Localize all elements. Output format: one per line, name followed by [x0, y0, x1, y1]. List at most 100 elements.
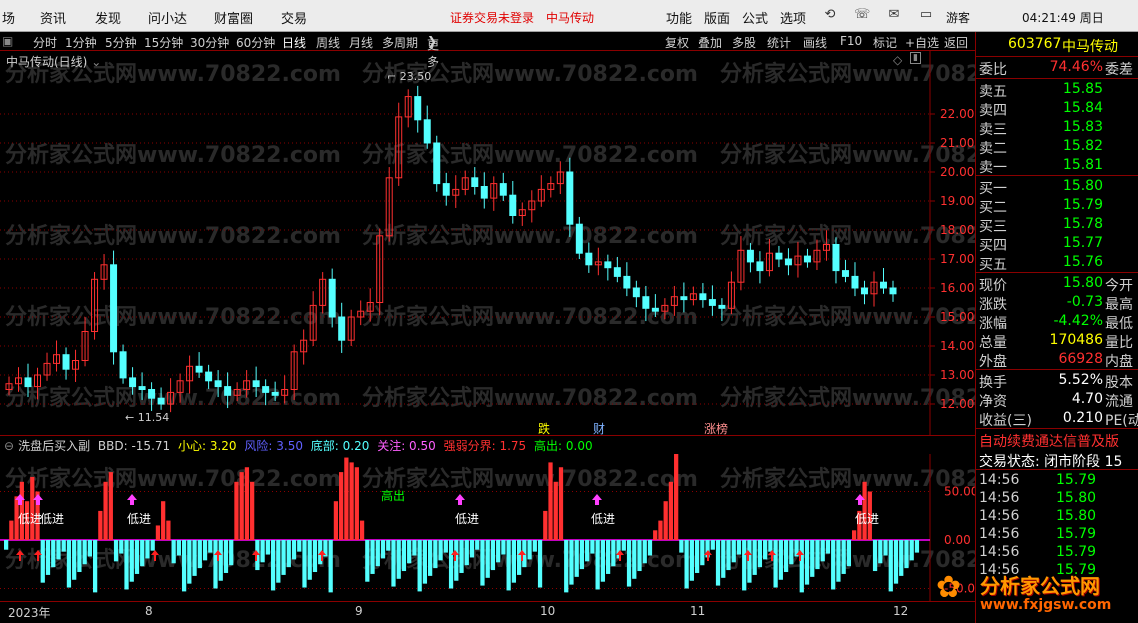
indicator-bar-down: [480, 540, 485, 586]
ask-row[interactable]: 卖二 15.82: [976, 137, 1138, 157]
indicator-bar-down: [899, 540, 904, 576]
tool-f10[interactable]: F10: [840, 34, 862, 48]
tab-more[interactable]: 更多 ❯: [427, 34, 439, 69]
login-warning[interactable]: 证券交易未登录 中马传动: [450, 9, 594, 26]
indicator-bar-down: [605, 540, 611, 574]
indicator-chart[interactable]: 100.0050.000.00-50.00 低进 低进 低进 低进 低进 低进 …: [0, 454, 975, 601]
high-out-value: 高出: 0.00: [534, 439, 593, 453]
tab-monthly[interactable]: 月线: [349, 34, 373, 51]
ask-row[interactable]: 卖四 15.84: [976, 99, 1138, 119]
indicator-bar-down: [208, 540, 213, 553]
menu-item-discover[interactable]: 发现: [95, 8, 121, 27]
menu-item-function[interactable]: 功能: [666, 8, 692, 27]
refresh-icon[interactable]: ⟲: [822, 7, 838, 23]
stat-row: 换手 5.52% 股本: [979, 372, 1133, 391]
indicator-bar-up: [234, 481, 239, 540]
indicator-bar-down: [532, 540, 537, 552]
settings-icon[interactable]: ▣: [2, 34, 13, 48]
tool-adjust[interactable]: 复权: [665, 34, 689, 51]
bid-row[interactable]: 买五 15.76: [976, 253, 1138, 273]
candle-body: [632, 287, 640, 298]
indicator-bar-down: [124, 540, 129, 590]
menu-item-ask[interactable]: 问小达: [148, 8, 187, 27]
tool-mark[interactable]: 标记: [873, 34, 897, 51]
ask-row[interactable]: 卖一 15.81: [976, 156, 1138, 176]
indicator-bar-up: [98, 510, 103, 540]
quote-panel: 603767 中马传动 委比 74.46% 委差 卖五 15.85 卖四 15.84 卖…: [975, 32, 1138, 623]
indicator-bar-down: [647, 540, 653, 556]
tool-multi-stock[interactable]: 多股: [732, 34, 756, 51]
menu-item-formula[interactable]: 公式: [742, 8, 768, 27]
kline-svg: 22.00 21.00 20.00 19.00 18.00 17.00 16.00 15.00…: [0, 51, 974, 436]
price-axis-label: 13.00: [940, 368, 974, 382]
tool-stats[interactable]: 统计: [767, 34, 791, 51]
menu-item-wealth[interactable]: 财富圈: [214, 8, 253, 27]
indicator-bar-down: [831, 540, 836, 590]
mail-icon[interactable]: ✉: [886, 7, 902, 23]
bottom-value: 底部: 0.20: [310, 439, 370, 453]
phone-icon[interactable]: ☏: [854, 7, 870, 23]
indicator-bar-down: [600, 540, 605, 582]
indicator-bar-down: [276, 540, 281, 583]
tool-overlay[interactable]: 叠加: [698, 34, 722, 51]
menu-item-news[interactable]: 资讯: [40, 8, 66, 27]
indicator-bar-up: [166, 520, 171, 540]
indicator-bar-down: [396, 540, 401, 579]
low-price-label: ← 11.54: [125, 411, 170, 424]
tab-1min[interactable]: 1分钟: [65, 34, 97, 51]
indicator-bar-down: [490, 540, 496, 571]
menu-item-market[interactable]: 场: [2, 8, 15, 27]
indicator-bar-down: [637, 540, 642, 572]
tool-draw[interactable]: 画线: [803, 34, 827, 51]
indicator-bar-down: [407, 540, 412, 564]
candle-body: [623, 275, 631, 289]
tab-weekly[interactable]: 周线: [316, 34, 340, 51]
indicator-bar-down: [270, 540, 276, 591]
indicator-bar-down: [893, 540, 899, 584]
indicator-bar-down: [82, 540, 87, 565]
bid-row[interactable]: 买三 15.78: [976, 215, 1138, 235]
candle-body: [328, 278, 336, 318]
indicator-bar-down: [145, 540, 150, 559]
tick-row: 14:56 15.80: [979, 490, 1097, 506]
tab-intraday[interactable]: 分时: [33, 34, 57, 51]
tab-30min[interactable]: 30分钟: [190, 34, 229, 51]
ask-row[interactable]: 卖五 15.85: [976, 80, 1138, 100]
tool-back[interactable]: 返回: [944, 34, 968, 51]
tab-60min[interactable]: 60分钟: [236, 34, 275, 51]
candlestick-chart[interactable]: 中马传动(日线) ⌄ ◇ ▮ 22.00 21.00 20.00 19.00 18.00…: [0, 51, 975, 436]
tab-5min[interactable]: 5分钟: [105, 34, 137, 51]
tab-daily[interactable]: 日线: [282, 34, 306, 51]
low-entry-label: 低进: [591, 512, 616, 526]
quote-header: 603767 中马传动: [976, 34, 1138, 56]
low-entry-label: 低进: [18, 512, 43, 526]
tab-multi-period[interactable]: 多周期: [382, 34, 418, 51]
indicator-name[interactable]: 洗盘后买入副: [18, 439, 90, 453]
indicator-bar-down: [380, 540, 386, 559]
logo-url: www.fxjgsw.com: [980, 597, 1112, 613]
guest-label[interactable]: 游客: [946, 9, 970, 26]
window-icon[interactable]: ▭: [918, 7, 934, 23]
bid-row[interactable]: 买一 15.80: [976, 177, 1138, 197]
indicator-bar-down: [485, 540, 490, 578]
menu-item-layout[interactable]: 版面: [704, 8, 730, 27]
indicator-bar-up: [668, 481, 674, 540]
bid-row[interactable]: 买二 15.79: [976, 196, 1138, 216]
menu-item-trade[interactable]: 交易: [281, 8, 307, 27]
indicator-bar-down: [140, 540, 145, 567]
menu-item-options[interactable]: 选项: [780, 8, 806, 27]
bid-row[interactable]: 买四 15.77: [976, 234, 1138, 254]
indicator-menu-icon[interactable]: ⊖: [4, 439, 14, 453]
candle-body: [889, 287, 897, 295]
tab-15min[interactable]: 15分钟: [144, 34, 183, 51]
tool-add-watchlist[interactable]: +自选: [905, 34, 939, 51]
event-finance[interactable]: 财: [593, 420, 605, 437]
indicator-bar-down: [422, 540, 428, 584]
ask-row[interactable]: 卖三 15.83: [976, 118, 1138, 138]
ticker-row[interactable]: 自动续费通达信普及版: [976, 430, 1138, 449]
indicator-bar-down: [370, 540, 375, 574]
candle-body: [119, 351, 127, 379]
event-fall[interactable]: 跌: [538, 420, 550, 437]
price-axis-label: 22.00: [940, 107, 974, 121]
event-top-gainer[interactable]: 涨榜: [704, 420, 728, 437]
